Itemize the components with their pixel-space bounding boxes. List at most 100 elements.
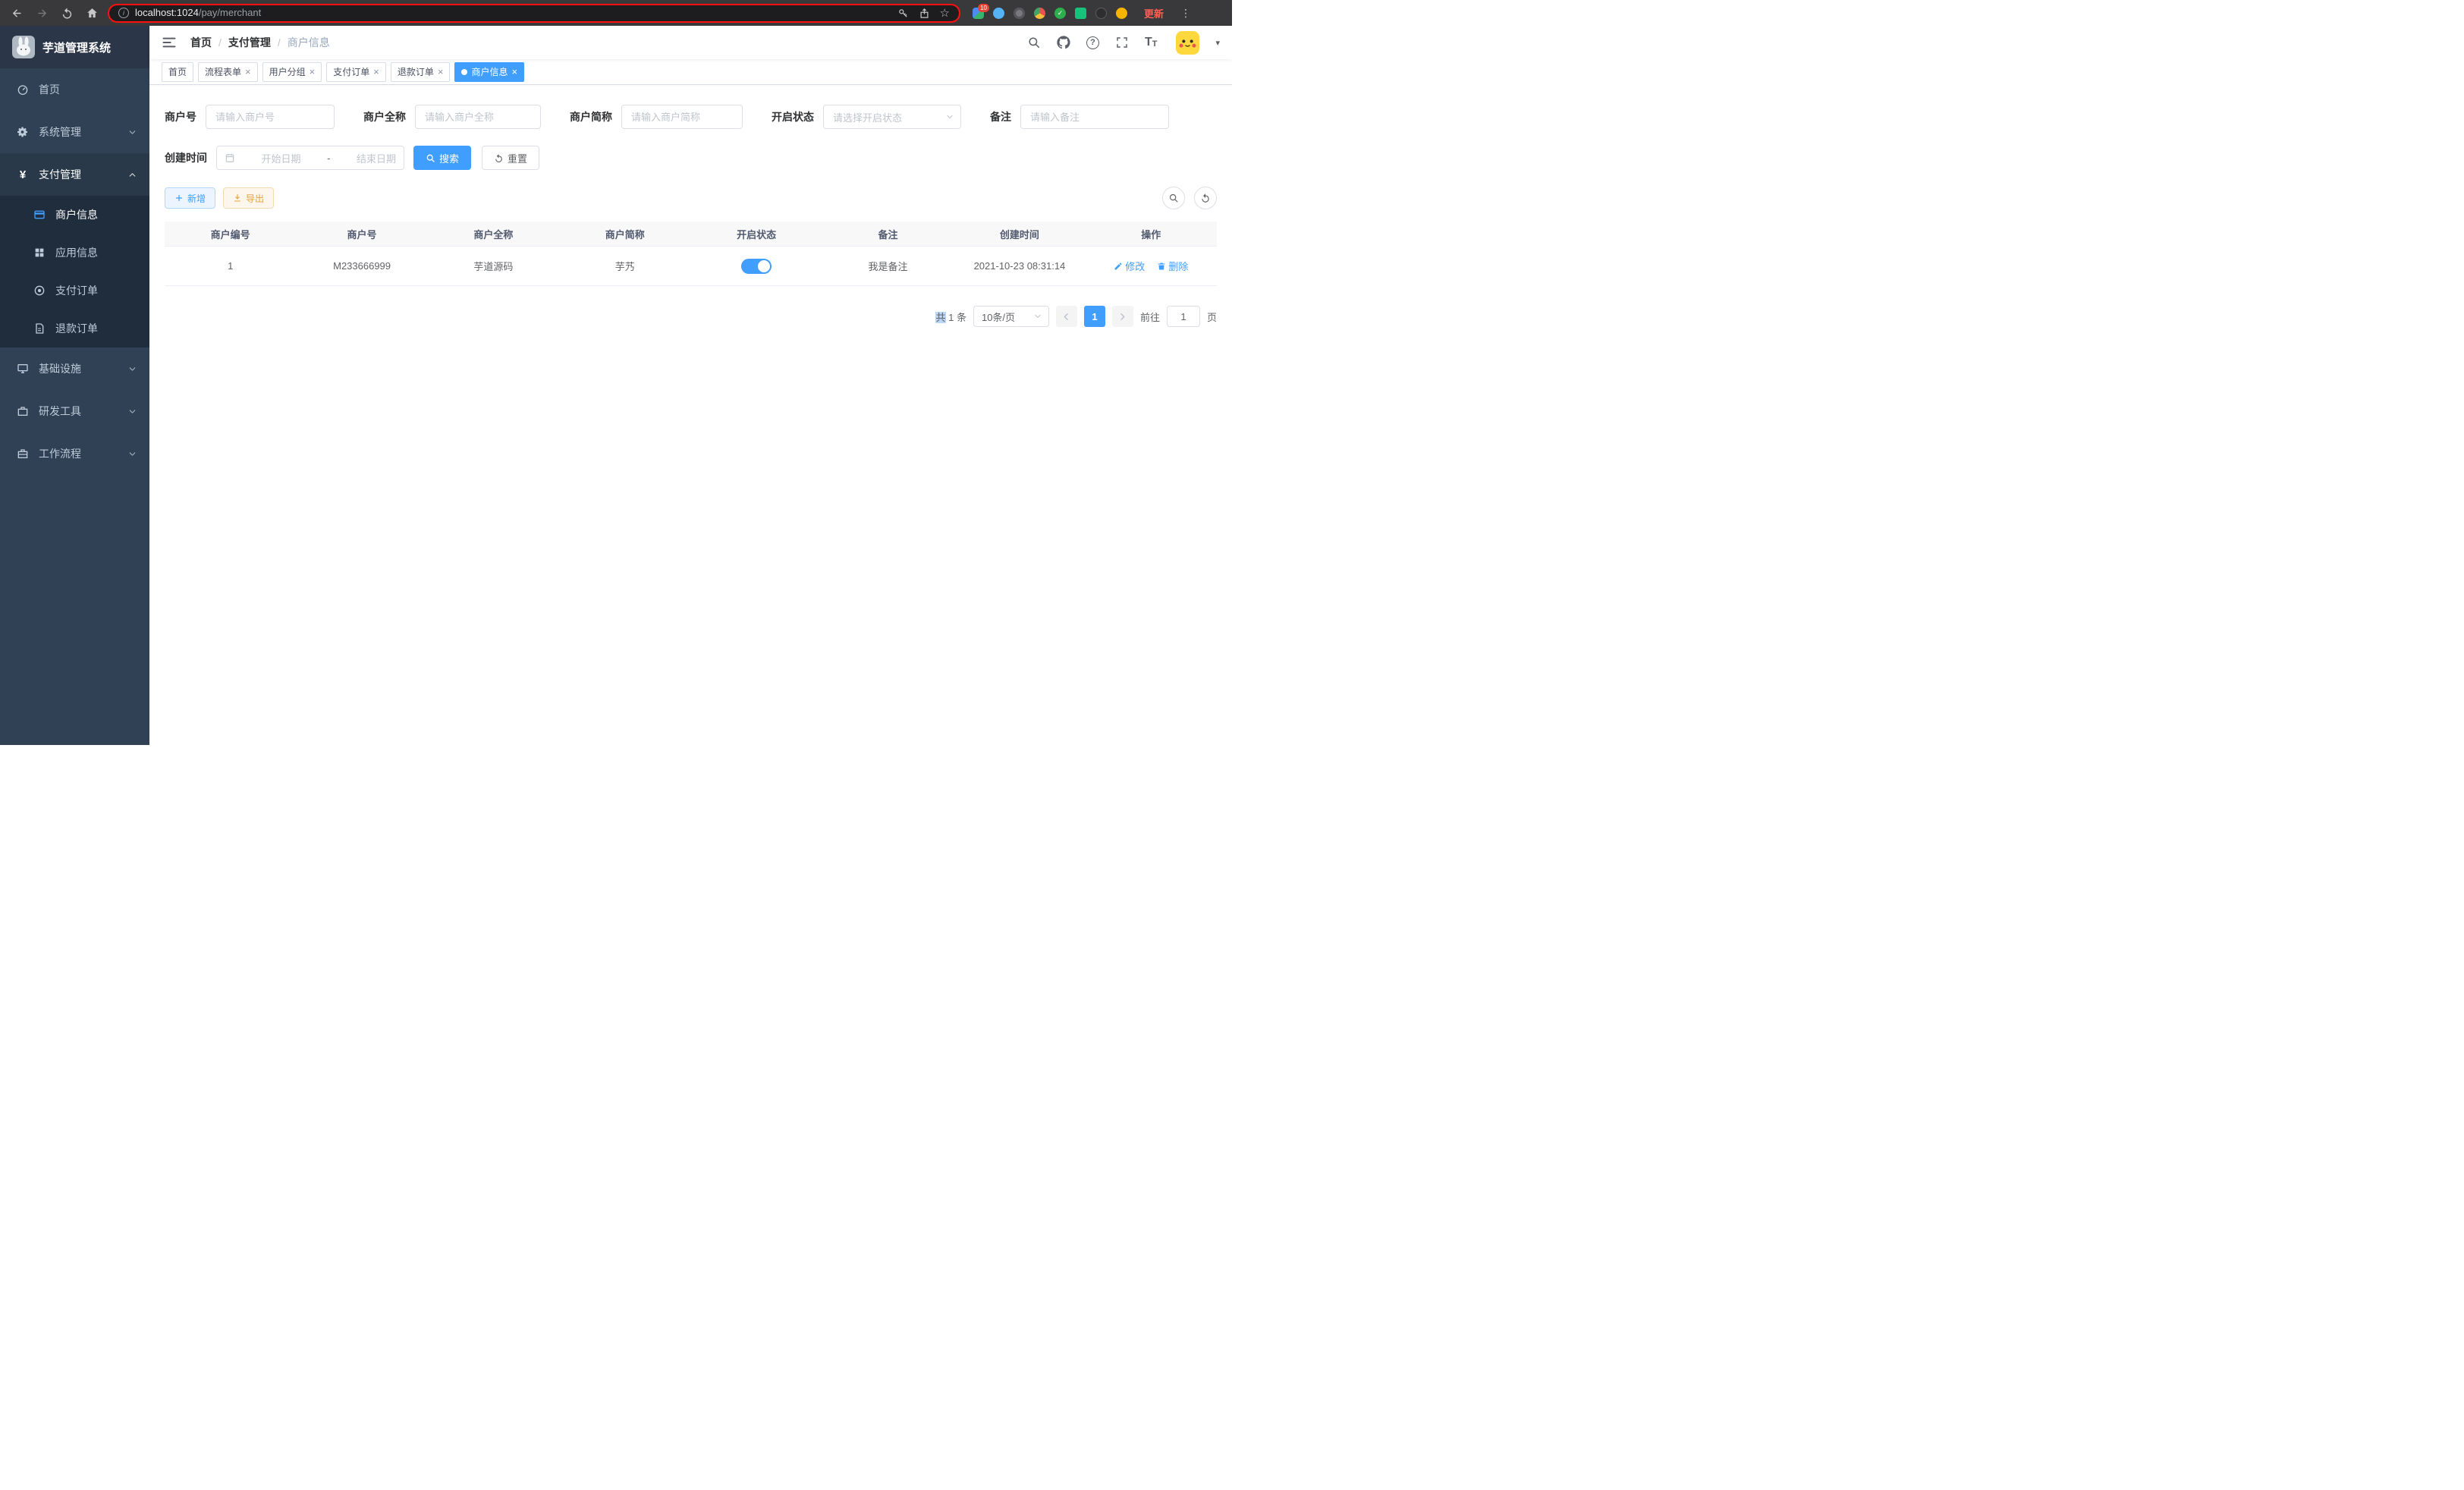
search-form-row-2: 创建时间 开始日期 - 结束日期 搜索 [165,146,1217,170]
merchant-no-input[interactable] [206,105,335,129]
extension-icon-6[interactable] [1075,8,1086,19]
cell-remark: 我是备注 [822,259,954,273]
next-page-button[interactable] [1112,306,1133,327]
extension-icon-8[interactable] [1116,8,1127,19]
tab-refund-order[interactable]: 退款订单 × [391,62,451,82]
header-search-icon[interactable] [1027,36,1041,49]
date-end-placeholder: 结束日期 [357,151,396,165]
address-bar[interactable]: i localhost:1024/pay/merchant ☆ [108,4,960,23]
add-button[interactable]: 新增 [165,187,215,209]
sidebar-item-workflow[interactable]: 工作流程 [0,432,149,475]
col-merchant-fullname: 商户全称 [428,227,559,241]
tab-home[interactable]: 首页 [162,62,193,82]
search-form-row-1: 商户号 商户全称 商户简称 开启状态 请选择开启状态 [165,105,1217,129]
hamburger-icon[interactable] [162,35,177,50]
refresh-table-button[interactable] [1194,187,1217,209]
close-icon[interactable]: × [373,67,379,77]
sidebar-item-dev-tools[interactable]: 研发工具 [0,390,149,432]
close-icon[interactable]: × [438,67,444,77]
fullscreen-icon[interactable] [1115,36,1129,49]
field-label: 商户全称 [363,109,406,124]
tab-label: 流程表单 [205,65,241,78]
remark-input[interactable] [1020,105,1169,129]
trash-icon [1157,262,1166,271]
tags-view: 首页 流程表单 × 用户分组 × 支付订单 × 退款订单 × [149,59,1232,85]
tab-merchant-info[interactable]: 商户信息 × [454,62,524,82]
page-number-1[interactable]: 1 [1084,306,1105,327]
close-icon[interactable]: × [511,67,517,77]
edit-icon [1114,262,1123,271]
delete-link[interactable]: 删除 [1157,259,1188,273]
chevron-right-icon [1117,312,1127,322]
goto-page-input[interactable] [1167,306,1200,327]
refresh-icon [494,153,504,163]
app-logo[interactable]: 芋道管理系统 [0,26,149,68]
avatar[interactable] [1176,31,1199,55]
table-row: 1 M233666999 芋道源码 芋艿 我是备注 2021-10-23 08:… [165,247,1217,286]
bookmark-star-icon[interactable]: ☆ [940,8,950,19]
sidebar-item-pay-order[interactable]: 支付订单 [0,272,149,310]
pagination: 共 1 条 10条/页 1 前往 页 [165,306,1217,327]
page-size-value: 10条/页 [982,310,1015,324]
merchant-fullname-input[interactable] [415,105,541,129]
record-circle-icon [33,284,46,297]
font-size-icon[interactable]: TT [1145,36,1158,49]
tab-pay-order[interactable]: 支付订单 × [326,62,386,82]
password-key-icon[interactable] [897,8,909,19]
breadcrumb-payment[interactable]: 支付管理 [228,35,271,50]
extension-icon-4[interactable] [1034,8,1045,19]
show-search-button[interactable] [1162,187,1185,209]
cell-actions: 修改 删除 [1086,259,1217,273]
search-button[interactable]: 搜索 [413,146,471,170]
sidebar-item-system[interactable]: 系统管理 [0,111,149,153]
cell-fullname: 芋道源码 [428,259,559,273]
prev-page-button[interactable] [1056,306,1077,327]
screen: i localhost:1024/pay/merchant ☆ 10 ✓ [0,0,1232,745]
close-icon[interactable]: × [310,67,316,77]
tab-user-group[interactable]: 用户分组 × [262,62,322,82]
extension-icon-2[interactable] [993,8,1004,19]
help-icon[interactable]: ? [1086,36,1099,49]
sidebar-item-refund-order[interactable]: 退款订单 [0,310,149,347]
app-shell: 芋道管理系统 首页 系统管理 ¥ [0,26,1232,745]
browser-update-button[interactable]: 更新 [1144,6,1164,20]
reset-button[interactable]: 重置 [482,146,539,170]
sidebar-item-home[interactable]: 首页 [0,68,149,111]
share-icon[interactable] [919,8,930,19]
edit-link[interactable]: 修改 [1114,259,1145,273]
breadcrumb-separator: / [278,36,281,49]
browser-back-icon[interactable] [11,7,24,20]
tab-process-form[interactable]: 流程表单 × [198,62,258,82]
sidebar-item-infrastructure[interactable]: 基础设施 [0,347,149,390]
dashboard-icon [17,83,29,96]
extension-icon-3[interactable] [1014,8,1025,19]
breadcrumb-home[interactable]: 首页 [190,35,212,50]
chevron-down-icon [1033,312,1042,321]
sidebar-item-merchant-info[interactable]: 商户信息 [0,196,149,234]
status-select[interactable]: 请选择开启状态 [823,105,961,129]
chevron-down-icon [127,449,137,459]
grid-icon [33,247,46,259]
create-time-range-picker[interactable]: 开始日期 - 结束日期 [216,146,404,170]
extension-icon-7[interactable] [1095,8,1107,19]
extension-icon-1[interactable]: 10 [973,8,984,19]
tab-label: 首页 [168,65,187,78]
github-icon[interactable] [1057,36,1070,49]
close-icon[interactable]: × [245,67,251,77]
payment-submenu: 商户信息 应用信息 支付订单 [0,196,149,347]
site-info-icon[interactable]: i [118,8,129,18]
extension-icon-5[interactable]: ✓ [1054,8,1066,19]
browser-menu-icon[interactable]: ⋮ [1180,7,1191,20]
merchant-shortname-input[interactable] [621,105,743,129]
browser-reload-icon[interactable] [61,7,74,20]
col-create-time: 创建时间 [954,227,1085,241]
browser-forward-icon[interactable] [36,7,49,20]
status-toggle[interactable] [741,259,772,274]
sidebar-item-app-info[interactable]: 应用信息 [0,234,149,272]
avatar-caret-icon[interactable]: ▾ [1215,38,1220,48]
page-size-select[interactable]: 10条/页 [973,306,1049,327]
bank-card-icon [33,209,46,221]
export-button[interactable]: 导出 [223,187,274,209]
browser-home-icon[interactable] [86,7,99,20]
sidebar-item-payment[interactable]: ¥ 支付管理 [0,153,149,196]
